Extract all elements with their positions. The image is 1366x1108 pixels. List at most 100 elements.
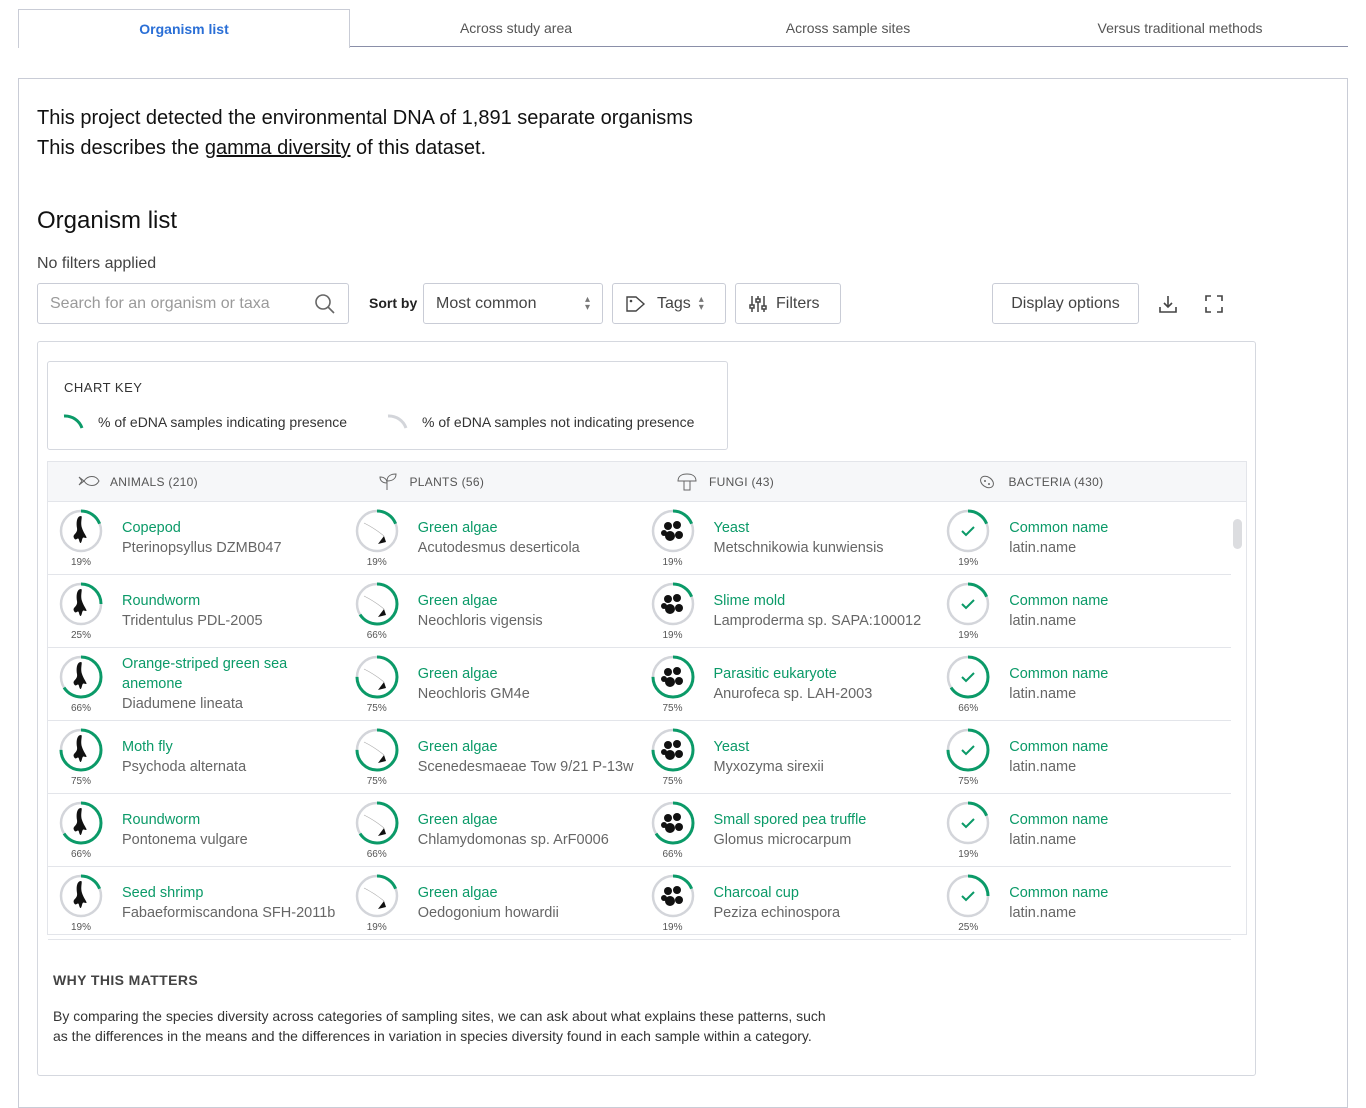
filters-button[interactable]: Filters xyxy=(735,283,841,324)
organism-cell[interactable]: 66% Green algae Chlamydomonas sp. ArF0006 xyxy=(344,794,640,866)
scrollbar[interactable] xyxy=(1233,519,1242,549)
common-name[interactable]: Common name xyxy=(1009,518,1108,538)
display-options-label: Display options xyxy=(1011,294,1120,312)
organism-cell[interactable]: 19% Yeast Metschnikowia kunwiensis xyxy=(640,502,936,574)
latin-name: latin.name xyxy=(1009,613,1077,629)
table-row: 66% Orange-striped green sea anemone Diadu… xyxy=(48,648,1231,721)
tags-button[interactable]: Tags ▴ ▾ xyxy=(612,283,726,324)
tab-organism-list[interactable]: Organism list xyxy=(18,9,350,48)
key-present-label: % of eDNA samples indicating presence xyxy=(98,414,348,430)
intro-line1: This project detected the environmental … xyxy=(37,107,693,129)
sort-select[interactable]: Most common ▴ ▾ xyxy=(423,283,603,324)
organism-cell[interactable]: 75% Green algae Scenedesmaeae Tow 9/21 P-1… xyxy=(344,721,640,793)
presence-percent: 19% xyxy=(70,922,91,933)
latin-name: latin.name xyxy=(1009,832,1077,848)
presence-ring: 75% xyxy=(354,654,400,714)
organism-rows: 19% Copepod Pterinopsyllus DZMB047 19% Green… xyxy=(48,502,1246,940)
tab-across-study-area[interactable]: Across study area xyxy=(350,9,682,46)
organism-cell[interactable]: 19% Green algae Acutodesmus deserticola xyxy=(344,502,640,574)
common-name[interactable]: Green algae xyxy=(418,737,634,757)
presence-ring: 25% xyxy=(58,581,104,641)
organism-cell[interactable]: 19% Copepod Pterinopsyllus DZMB047 xyxy=(48,502,344,574)
gamma-diversity-link[interactable]: gamma diversity xyxy=(205,137,351,159)
filter-status: No filters applied xyxy=(37,255,157,272)
table-row: 25% Roundworm Tridentulus PDL-2005 66% Green… xyxy=(48,575,1231,648)
organism-cell[interactable]: 25% Common name latin.name xyxy=(935,867,1231,939)
organism-cell[interactable]: 19% Green algae Oedogonium howardii xyxy=(344,867,640,939)
presence-percent: 19% xyxy=(958,557,979,568)
search-input[interactable]: Search for an organism or taxa xyxy=(37,283,349,324)
search-icon xyxy=(315,293,335,314)
common-name[interactable]: Common name xyxy=(1009,664,1108,684)
presence-percent: 75% xyxy=(958,776,979,787)
presence-ring: 75% xyxy=(650,727,696,787)
common-name[interactable]: Green algae xyxy=(418,810,609,830)
organism-cell[interactable]: 66% Orange-striped green sea anemone Diadu… xyxy=(48,648,344,720)
common-name[interactable]: Common name xyxy=(1009,810,1108,830)
organism-cell[interactable]: 66% Common name latin.name xyxy=(935,648,1231,720)
organism-cell[interactable]: 19% Common name latin.name xyxy=(935,794,1231,866)
organism-cell[interactable]: 75% Moth fly Psychoda alternata xyxy=(48,721,344,793)
category-animals: ANIMALS (210) xyxy=(48,462,348,501)
presence-ring: 75% xyxy=(650,654,696,714)
common-name[interactable]: Parasitic eukaryote xyxy=(714,664,873,684)
organism-cell[interactable]: 66% Small spored pea truffle Glomus microc… xyxy=(640,794,936,866)
fullscreen-icon[interactable] xyxy=(1204,294,1224,314)
presence-ring: 75% xyxy=(354,727,400,787)
intro-post: of this dataset. xyxy=(350,137,487,159)
common-name[interactable]: Common name xyxy=(1009,883,1108,903)
main-panel: This project detected the environmental … xyxy=(18,78,1348,1108)
bacteria-icon xyxy=(979,475,994,488)
updown-chevron-icon: ▴ ▾ xyxy=(584,293,590,313)
organism-cell[interactable]: 25% Roundworm Tridentulus PDL-2005 xyxy=(48,575,344,647)
presence-percent: 75% xyxy=(662,703,683,714)
common-name[interactable]: Yeast xyxy=(714,737,824,757)
tab-versus-traditional[interactable]: Versus traditional methods xyxy=(1014,9,1346,46)
download-icon[interactable] xyxy=(1158,294,1178,314)
category-label: FUNGI (43) xyxy=(709,474,775,489)
key-absent-label: % of eDNA samples not indicating presenc… xyxy=(422,414,695,430)
display-options-button[interactable]: Display options xyxy=(992,283,1139,324)
organism-cell[interactable]: 19% Charcoal cup Peziza echinospora xyxy=(640,867,936,939)
latin-name: latin.name xyxy=(1009,686,1077,702)
presence-ring: 66% xyxy=(354,581,400,641)
organism-cell[interactable]: 19% Common name latin.name xyxy=(935,575,1231,647)
common-name[interactable]: Slime mold xyxy=(714,591,922,611)
organism-cell[interactable]: 75% Parasitic eukaryote Anurofeca sp. LAH-… xyxy=(640,648,936,720)
organism-cell[interactable]: 66% Green algae Neochloris vigensis xyxy=(344,575,640,647)
common-name[interactable]: Green algae xyxy=(418,591,543,611)
common-name[interactable]: Roundworm xyxy=(122,810,248,830)
common-name[interactable]: Roundworm xyxy=(122,591,263,611)
organism-cell[interactable]: 75% Common name latin.name xyxy=(935,721,1231,793)
organism-cell[interactable]: 19% Slime mold Lamproderma sp. SAPA:100012 xyxy=(640,575,936,647)
common-name[interactable]: Moth fly xyxy=(122,737,246,757)
presence-percent: 19% xyxy=(662,630,683,641)
presence-percent: 66% xyxy=(958,703,979,714)
common-name[interactable]: Small spored pea truffle xyxy=(714,810,867,830)
latin-name: Pontonema vulgare xyxy=(122,832,248,848)
common-name[interactable]: Green algae xyxy=(418,664,530,684)
key-present: % of eDNA samples indicating presence xyxy=(62,412,347,432)
organism-cell[interactable]: 19% Seed shrimp Fabaeformiscandona SFH-201… xyxy=(48,867,344,939)
presence-ring: 19% xyxy=(650,508,696,568)
organism-cell[interactable]: 75% Green algae Neochloris GM4e xyxy=(344,648,640,720)
presence-ring: 19% xyxy=(945,800,991,860)
presence-percent: 75% xyxy=(366,776,387,787)
organism-cell[interactable]: 75% Yeast Myxozyma sirexii xyxy=(640,721,936,793)
latin-name: Neochloris GM4e xyxy=(417,686,530,702)
common-name[interactable]: Copepod xyxy=(122,518,282,538)
presence-ring: 19% xyxy=(58,508,104,568)
common-name[interactable]: Common name xyxy=(1009,591,1108,611)
table-row: 19% Copepod Pterinopsyllus DZMB047 19% Green… xyxy=(48,502,1231,575)
common-name[interactable]: Common name xyxy=(1009,737,1108,757)
common-name[interactable]: Seed shrimp xyxy=(122,883,335,903)
common-name[interactable]: Yeast xyxy=(714,518,884,538)
common-name[interactable]: Green algae xyxy=(418,883,559,903)
common-name[interactable]: Charcoal cup xyxy=(714,883,841,903)
organism-cell[interactable]: 19% Common name latin.name xyxy=(935,502,1231,574)
common-name[interactable]: Orange-striped green sea anemone xyxy=(122,654,344,694)
presence-percent: 25% xyxy=(70,630,91,641)
organism-cell[interactable]: 66% Roundworm Pontonema vulgare xyxy=(48,794,344,866)
common-name[interactable]: Green algae xyxy=(418,518,580,538)
tab-across-sample-sites[interactable]: Across sample sites xyxy=(682,9,1014,46)
